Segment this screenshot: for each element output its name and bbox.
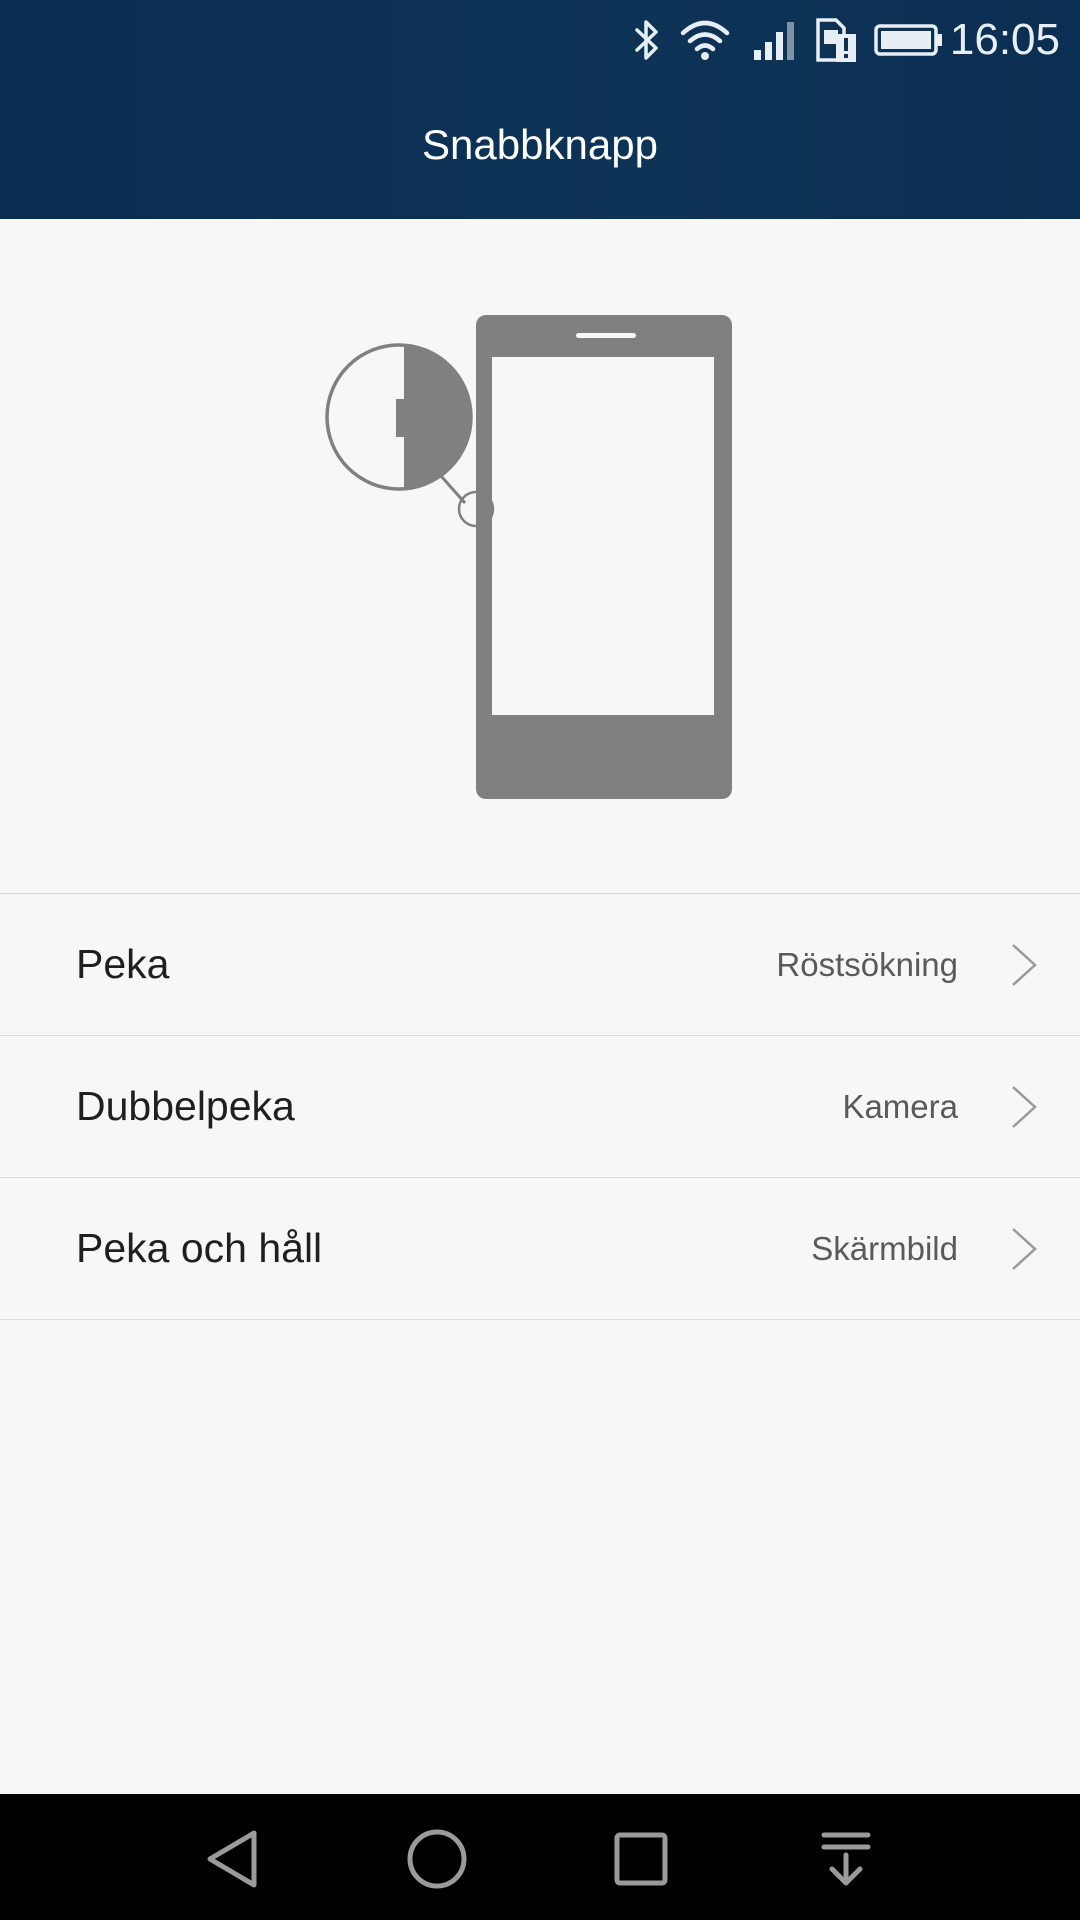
setting-value: Kamera bbox=[842, 1087, 958, 1125]
setting-row-tap[interactable]: Peka Röstsökning bbox=[0, 894, 1080, 1036]
battery-icon bbox=[874, 16, 944, 64]
setting-label: Peka bbox=[76, 941, 170, 987]
setting-value: Skärmbild bbox=[811, 1229, 958, 1267]
chevron-right-icon bbox=[1010, 1085, 1038, 1129]
signal-icon bbox=[752, 16, 798, 64]
setting-label: Dubbelpeka bbox=[76, 1083, 295, 1129]
setting-label: Peka och håll bbox=[76, 1225, 323, 1271]
recents-icon[interactable] bbox=[609, 1827, 673, 1891]
status-bar: 16:05 bbox=[0, 0, 1080, 80]
navigation-bar bbox=[0, 1794, 1080, 1920]
page-title: Snabbknapp bbox=[422, 120, 658, 168]
back-icon[interactable] bbox=[202, 1827, 266, 1891]
setting-value: Röstsökning bbox=[776, 945, 958, 983]
setting-row-double-tap[interactable]: Dubbelpeka Kamera bbox=[0, 1036, 1080, 1178]
sim-alert-icon bbox=[814, 16, 858, 64]
chevron-right-icon bbox=[1010, 1227, 1038, 1271]
setting-row-press-hold[interactable]: Peka och håll Skärmbild bbox=[0, 1178, 1080, 1320]
home-icon[interactable] bbox=[405, 1827, 469, 1891]
notification-pull-icon[interactable] bbox=[814, 1827, 878, 1891]
bluetooth-icon bbox=[630, 16, 664, 64]
settings-list: Peka Röstsökning Dubbelpeka Kamera Peka … bbox=[0, 893, 1080, 1320]
quick-button-illustration bbox=[0, 219, 1080, 893]
chevron-right-icon bbox=[1010, 943, 1038, 987]
app-header: Snabbknapp bbox=[0, 80, 1080, 219]
wifi-icon bbox=[680, 16, 730, 64]
status-time: 16:05 bbox=[949, 15, 1060, 64]
